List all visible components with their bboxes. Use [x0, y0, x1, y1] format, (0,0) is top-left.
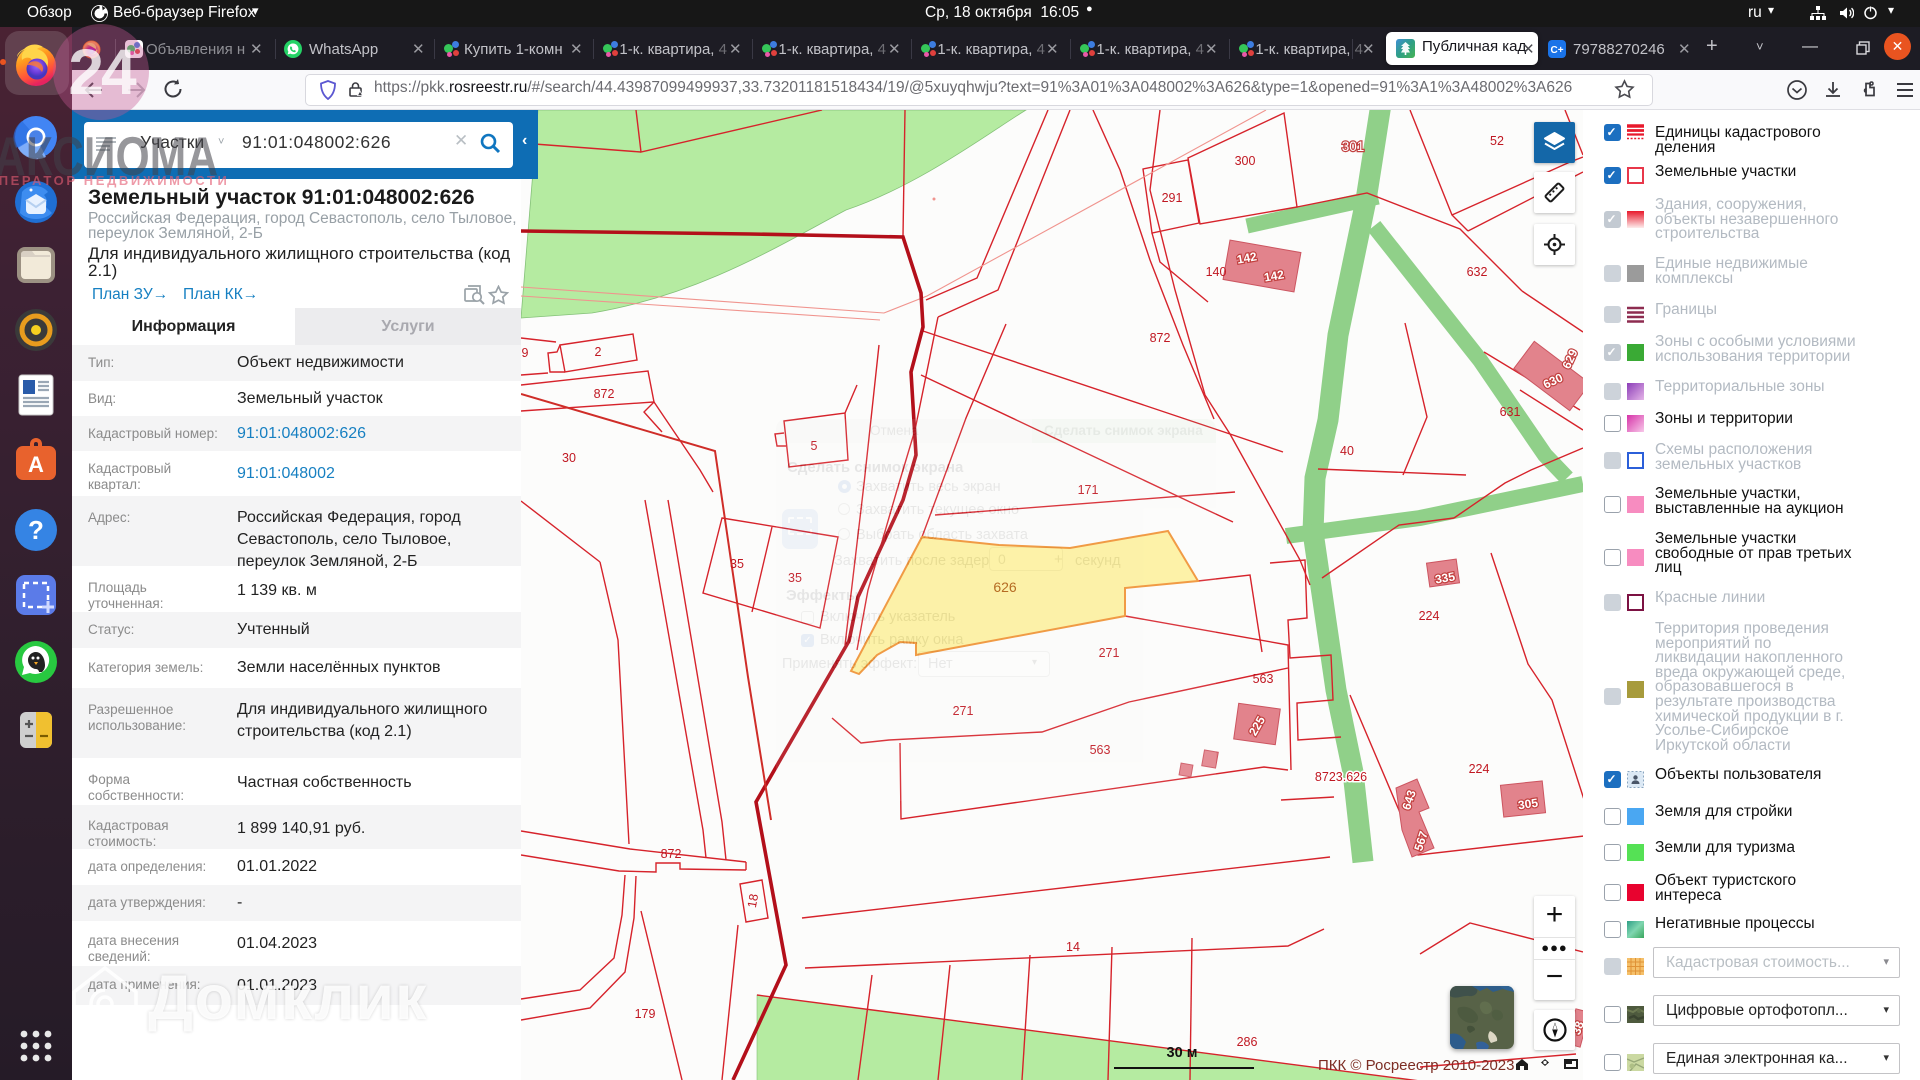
svg-text:8723.626: 8723.626	[1315, 770, 1367, 784]
svg-text:291: 291	[1162, 191, 1183, 205]
svg-text:179: 179	[635, 1007, 656, 1021]
svg-text:224: 224	[1469, 762, 1490, 776]
svg-text:563: 563	[1090, 743, 1111, 757]
svg-text:C+: C+	[1550, 45, 1563, 56]
svg-text:626: 626	[993, 579, 1017, 595]
svg-text:300: 300	[1235, 154, 1256, 168]
svg-text:30: 30	[562, 451, 576, 465]
svg-text:?: ?	[28, 515, 44, 545]
svg-text:305: 305	[1517, 796, 1539, 813]
svg-text:35: 35	[788, 571, 802, 585]
svg-text:ПКК © Росреестр 2010-2023: ПКК © Росреестр 2010-2023	[1318, 1057, 1514, 1074]
svg-text:52: 52	[1490, 134, 1504, 148]
svg-text:171: 171	[1078, 483, 1099, 497]
svg-text:271: 271	[1099, 646, 1120, 660]
svg-text:30 м: 30 м	[1167, 1045, 1198, 1061]
svg-text:631: 631	[1500, 405, 1521, 419]
svg-text:872: 872	[1150, 331, 1171, 345]
svg-text:18: 18	[745, 893, 761, 909]
svg-text:286: 286	[1237, 1035, 1258, 1049]
svg-text:140: 140	[1206, 265, 1227, 279]
svg-text:2: 2	[595, 345, 602, 359]
svg-text:A: A	[28, 452, 44, 477]
svg-text:5: 5	[811, 439, 818, 453]
svg-text:40: 40	[1340, 444, 1354, 458]
svg-text:301: 301	[1342, 139, 1365, 154]
svg-text:872: 872	[594, 387, 615, 401]
svg-text:632: 632	[1467, 265, 1488, 279]
svg-text:271: 271	[953, 704, 974, 718]
svg-text:14: 14	[1066, 940, 1080, 954]
svg-text:563: 563	[1253, 672, 1274, 686]
svg-text:9: 9	[522, 346, 529, 360]
svg-text:224: 224	[1419, 609, 1440, 623]
svg-text:872: 872	[661, 847, 682, 861]
svg-text:35: 35	[730, 557, 744, 571]
